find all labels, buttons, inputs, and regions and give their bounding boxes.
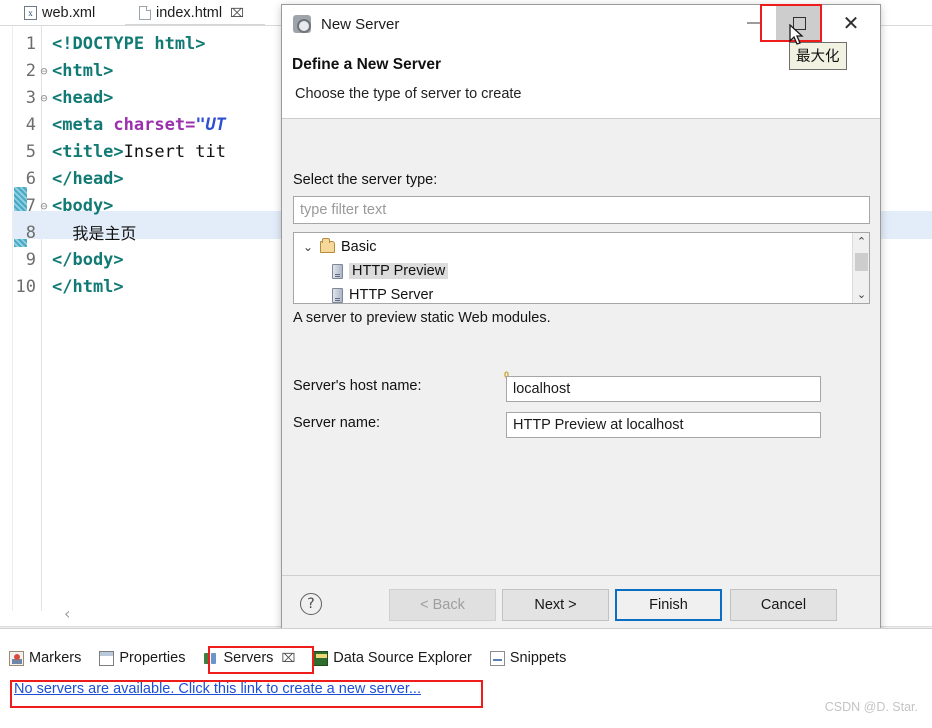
- scroll-down-icon[interactable]: ⌄: [853, 286, 870, 303]
- dialog-header-subtitle: Choose the type of server to create: [295, 86, 522, 102]
- code-text: </head>: [52, 169, 124, 189]
- line-number: 8: [25, 223, 36, 243]
- watermark: CSDN @D. Star.: [824, 700, 918, 714]
- editor-tab-label: index.html: [156, 5, 223, 21]
- help-icon[interactable]: ?: [300, 593, 322, 615]
- view-tab-label: Properties: [119, 650, 186, 666]
- tree-item-http-server[interactable]: HTTP Server: [332, 283, 433, 307]
- code-text: </html>: [52, 277, 124, 297]
- tree-item-label: Basic: [341, 239, 377, 255]
- server-name-label: Server name:: [293, 415, 381, 431]
- code-text: <meta charset="UT: [52, 115, 227, 135]
- server-type-description: A server to preview static Web modules.: [293, 310, 551, 326]
- view-tab-label: Servers: [223, 650, 274, 666]
- fold-toggle-icon[interactable]: ⊖: [38, 193, 50, 220]
- view-tab-label: Data Source Explorer: [333, 650, 472, 666]
- new-server-icon: [293, 15, 311, 33]
- html-file-icon: [139, 6, 151, 20]
- line-number: 5: [25, 142, 36, 162]
- close-icon: ✕: [842, 11, 860, 35]
- editor-tab-label: web.xml: [42, 5, 96, 21]
- server-name-input[interactable]: HTTP Preview at localhost: [506, 412, 821, 438]
- tree-item-http-preview[interactable]: HTTP Preview: [332, 259, 449, 283]
- create-new-server-link[interactable]: No servers are available. Click this lin…: [14, 681, 421, 697]
- line-number: 4: [25, 115, 36, 135]
- dialog-title: New Server: [321, 15, 400, 33]
- filter-input[interactable]: type filter text: [293, 196, 870, 224]
- scrollbar-thumb[interactable]: [855, 253, 868, 271]
- view-tab-label: Markers: [29, 650, 82, 666]
- tree-scrollbar[interactable]: ⌃ ⌄: [852, 233, 869, 303]
- tree-item-basic[interactable]: ⌄ Basic: [302, 235, 376, 259]
- editor-tab-web-xml[interactable]: x web.xml: [18, 2, 101, 24]
- back-button[interactable]: < Back: [389, 589, 496, 621]
- code-text: <title>Insert tit: [52, 142, 227, 162]
- server-type-icon: [332, 287, 343, 303]
- code-text: </body>: [52, 250, 124, 270]
- minimize-icon: [746, 22, 760, 24]
- bottom-view-panel: Markers Properties Servers ⌧ Data Source Exp…: [0, 628, 932, 728]
- chevron-down-icon[interactable]: ⌄: [302, 240, 314, 254]
- app-window: x web.xml index.html ⌧ 1 <!DOCTYPE html> 2…: [0, 0, 932, 728]
- scroll-up-icon[interactable]: ⌃: [853, 233, 870, 250]
- view-tab-data-source-explorer[interactable]: Data Source Explorer: [304, 648, 481, 668]
- view-tab-markers[interactable]: Markers: [0, 648, 90, 668]
- code-text: <head>: [52, 88, 114, 108]
- minimize-button[interactable]: [730, 5, 776, 41]
- line-number: 2: [25, 61, 36, 81]
- server-type-label: Select the server type:: [293, 172, 438, 188]
- server-type-tree[interactable]: ⌄ Basic HTTP Preview HTTP Server ⌃ ⌄: [293, 232, 870, 304]
- snippets-icon: [489, 650, 505, 666]
- data-source-explorer-icon: [313, 650, 329, 666]
- server-type-icon: [332, 263, 343, 279]
- view-tab-properties[interactable]: Properties: [90, 648, 194, 668]
- code-text: <html>: [52, 61, 114, 81]
- code-text: <body>: [52, 196, 114, 216]
- view-tab-snippets[interactable]: Snippets: [481, 648, 575, 668]
- servers-icon: [203, 651, 218, 666]
- line-number: 10: [15, 277, 36, 297]
- next-button[interactable]: Next >: [502, 589, 609, 621]
- line-number: 1: [25, 34, 36, 54]
- finish-button[interactable]: Finish: [615, 589, 722, 621]
- dialog-body: Select the server type: type filter text…: [282, 120, 880, 575]
- host-name-input[interactable]: localhost: [506, 376, 821, 402]
- editor-tab-index-html[interactable]: index.html ⌧: [133, 2, 250, 24]
- mouse-cursor: [789, 23, 805, 46]
- close-button[interactable]: ✕: [828, 5, 874, 41]
- dialog-header-title: Define a New Server: [292, 56, 442, 73]
- maximize-tooltip: 最大化: [789, 42, 847, 70]
- tree-item-label: HTTP Server: [349, 287, 434, 303]
- scroll-left-icon[interactable]: ‹: [64, 604, 70, 623]
- line-number: 6: [25, 169, 36, 189]
- fold-toggle-icon[interactable]: ⊖: [38, 58, 50, 85]
- folder-icon: [320, 238, 335, 253]
- new-server-dialog: New Server ✕ Define a New Server Choose …: [281, 4, 881, 634]
- code-text: 我是主页: [52, 224, 137, 243]
- cancel-button[interactable]: Cancel: [730, 589, 837, 621]
- line-number: 3: [25, 88, 36, 108]
- xml-file-icon: x: [24, 6, 37, 20]
- view-tab-servers[interactable]: Servers ⌧: [194, 648, 304, 668]
- dialog-footer: ? < Back Next > Finish Cancel: [282, 575, 880, 633]
- fold-toggle-icon[interactable]: ⊖: [38, 85, 50, 112]
- host-name-label: Server's host name:: [293, 378, 422, 394]
- close-icon[interactable]: ⌧: [230, 6, 244, 20]
- line-number: 7: [25, 196, 36, 216]
- line-number: 9: [25, 250, 36, 270]
- markers-icon: [9, 650, 24, 666]
- tree-item-label: HTTP Preview: [349, 263, 449, 279]
- view-tab-label: Snippets: [509, 650, 567, 666]
- view-tab-bar[interactable]: Markers Properties Servers ⌧ Data Source Exp…: [0, 645, 575, 671]
- code-text: <!DOCTYPE html>: [52, 34, 206, 54]
- close-icon[interactable]: ⌧: [281, 651, 295, 665]
- properties-icon: [99, 650, 115, 666]
